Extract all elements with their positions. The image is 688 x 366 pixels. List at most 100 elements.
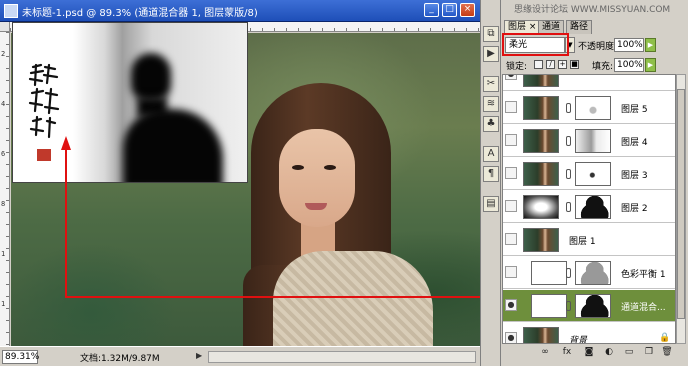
mask-link-icon[interactable] bbox=[566, 103, 571, 113]
layer-row[interactable]: 色彩平衡 1 bbox=[503, 257, 675, 289]
lock-image-icon[interactable]: / bbox=[546, 60, 555, 69]
opacity-label: 不透明度: bbox=[578, 42, 618, 52]
horizontal-scrollbar[interactable] bbox=[208, 351, 476, 363]
layer-row[interactable]: ● 通道混合... bbox=[503, 290, 675, 322]
layer-thumbnail[interactable] bbox=[523, 75, 559, 87]
watermark-text: 思缘设计论坛 WWW.MISSYUAN.COM bbox=[514, 5, 671, 15]
minimize-button[interactable]: _ bbox=[424, 3, 439, 17]
layer-thumbnail[interactable] bbox=[523, 228, 559, 252]
layer-thumbnail[interactable] bbox=[523, 129, 559, 153]
status-bar: 89.31% 文档:1.32M/9.87M ▶ bbox=[0, 346, 480, 366]
layer-thumbnail[interactable] bbox=[531, 261, 567, 285]
visibility-eye-icon[interactable] bbox=[505, 101, 517, 113]
scroll-thumb[interactable] bbox=[677, 89, 685, 319]
status-menu-arrow-icon[interactable]: ▶ bbox=[196, 351, 202, 360]
layer-thumbnail[interactable] bbox=[523, 96, 559, 120]
layer-thumbnail[interactable] bbox=[523, 162, 559, 186]
layer-row[interactable]: 图层 1 bbox=[503, 224, 675, 256]
visibility-eye-icon[interactable] bbox=[505, 233, 517, 245]
lock-transparency-icon[interactable] bbox=[534, 60, 543, 69]
ruler-corner[interactable] bbox=[0, 22, 10, 32]
trash-icon[interactable]: 🗑 bbox=[660, 346, 674, 359]
layer-name: 通道混合... bbox=[621, 303, 666, 313]
new-layer-icon[interactable]: ❐ bbox=[642, 346, 656, 359]
layer-row[interactable]: 图层 5 bbox=[503, 92, 675, 124]
layer-row[interactable]: ● bbox=[503, 75, 675, 91]
highlight-box bbox=[502, 33, 569, 56]
mask-link-icon[interactable] bbox=[566, 268, 571, 278]
lock-all-icon[interactable]: ■ bbox=[570, 60, 579, 69]
opacity-field[interactable]: 100% bbox=[614, 38, 644, 52]
mask-link-icon[interactable] bbox=[566, 301, 571, 311]
vertical-ruler[interactable]: 2 4 6 8 1 1 bbox=[0, 32, 10, 346]
visibility-eye-icon[interactable] bbox=[505, 134, 517, 146]
character-icon[interactable]: A bbox=[483, 146, 499, 162]
portrait-shirt bbox=[273, 251, 433, 346]
layer-thumbnail[interactable] bbox=[523, 327, 559, 343]
portrait-right-eye bbox=[324, 165, 336, 170]
ruler-mark: 6 bbox=[1, 150, 6, 158]
zoom-field[interactable]: 89.31% bbox=[2, 350, 39, 364]
close-button[interactable]: × bbox=[460, 3, 475, 17]
layers-scrollbar[interactable] bbox=[676, 74, 686, 344]
fill-label: 填充: bbox=[592, 62, 614, 72]
layer-row[interactable]: 图层 2 bbox=[503, 191, 675, 223]
layer-mask-thumbnail[interactable] bbox=[575, 294, 611, 318]
lock-label: 锁定: bbox=[506, 62, 528, 72]
paragraph-icon[interactable]: ¶ bbox=[483, 166, 499, 182]
layer-name: 图层 5 bbox=[621, 105, 648, 115]
ruler-mark: 8 bbox=[1, 200, 6, 208]
fill-arrow-icon[interactable]: ▶ bbox=[645, 58, 656, 72]
ruler-mark: 1 bbox=[1, 300, 6, 308]
document-icon bbox=[4, 4, 18, 18]
visibility-eye-icon[interactable] bbox=[505, 167, 517, 179]
tool-presets-icon[interactable]: ✂ bbox=[483, 76, 499, 92]
mask-icon[interactable]: ◙ bbox=[582, 346, 596, 359]
document-title: 未标题-1.psd @ 89.3% (通道混合器 1, 图层蒙版/8) bbox=[22, 8, 258, 19]
layer-mask-thumbnail[interactable] bbox=[575, 96, 611, 120]
brushes-icon[interactable]: ≋ bbox=[483, 96, 499, 112]
adjustment-icon[interactable]: ◐ bbox=[602, 346, 616, 359]
document-size-info[interactable]: 文档:1.32M/9.87M bbox=[80, 351, 160, 364]
link-icon[interactable]: ∞ bbox=[538, 346, 552, 359]
layer-thumbnail[interactable] bbox=[531, 294, 567, 318]
ruler-mark: 4 bbox=[1, 100, 6, 108]
panel-dock-strip: ⧉ ▶ ✂ ≋ ♣ A ¶ ▤ bbox=[480, 0, 500, 366]
ruler-mark: 2 bbox=[1, 50, 6, 58]
layer-mask-thumbnail[interactable] bbox=[575, 195, 611, 219]
visibility-eye-icon[interactable] bbox=[505, 200, 517, 212]
visibility-eye-icon[interactable]: ● bbox=[505, 75, 517, 80]
layer-thumbnail[interactable] bbox=[523, 195, 559, 219]
layer-row[interactable]: 图层 3 bbox=[503, 158, 675, 190]
visibility-eye-icon[interactable]: ● bbox=[505, 299, 517, 311]
tab-layers[interactable]: 图层 × bbox=[504, 20, 541, 34]
fx-icon[interactable]: fx bbox=[560, 346, 574, 359]
fill-field[interactable]: 100% bbox=[614, 58, 644, 72]
layer-row[interactable]: ● 背景 🔒 bbox=[503, 323, 675, 344]
tab-channels[interactable]: 通道 bbox=[538, 20, 565, 34]
layer-row[interactable]: 图层 4 bbox=[503, 125, 675, 157]
clone-icon[interactable]: ♣ bbox=[483, 116, 499, 132]
maximize-button[interactable]: □ bbox=[442, 3, 457, 17]
portrait-face bbox=[279, 129, 355, 227]
layer-comps-icon[interactable]: ▤ bbox=[483, 196, 499, 212]
mask-link-icon[interactable] bbox=[566, 202, 571, 212]
layer-name: 图层 4 bbox=[621, 138, 648, 148]
tab-paths[interactable]: 路径 bbox=[566, 20, 593, 34]
channel-mask-preview bbox=[12, 22, 248, 183]
lock-position-icon[interactable]: + bbox=[558, 60, 567, 69]
visibility-eye-icon[interactable] bbox=[505, 266, 517, 278]
layer-mask-thumbnail[interactable] bbox=[575, 261, 611, 285]
layer-mask-thumbnail[interactable] bbox=[575, 129, 611, 153]
opacity-arrow-icon[interactable]: ▶ bbox=[645, 38, 656, 52]
mask-link-icon[interactable] bbox=[566, 136, 571, 146]
actions-icon[interactable]: ▶ bbox=[483, 46, 499, 62]
layer-name: 色彩平衡 1 bbox=[621, 270, 666, 280]
layer-name: 背景 bbox=[569, 336, 588, 344]
document-titlebar[interactable]: 未标题-1.psd @ 89.3% (通道混合器 1, 图层蒙版/8) _ □ … bbox=[0, 0, 480, 22]
layer-mask-thumbnail[interactable] bbox=[575, 162, 611, 186]
folder-icon[interactable]: ▭ bbox=[622, 346, 636, 359]
history-icon[interactable]: ⧉ bbox=[483, 26, 499, 42]
mask-link-icon[interactable] bbox=[566, 169, 571, 179]
visibility-eye-icon[interactable]: ● bbox=[505, 332, 517, 343]
